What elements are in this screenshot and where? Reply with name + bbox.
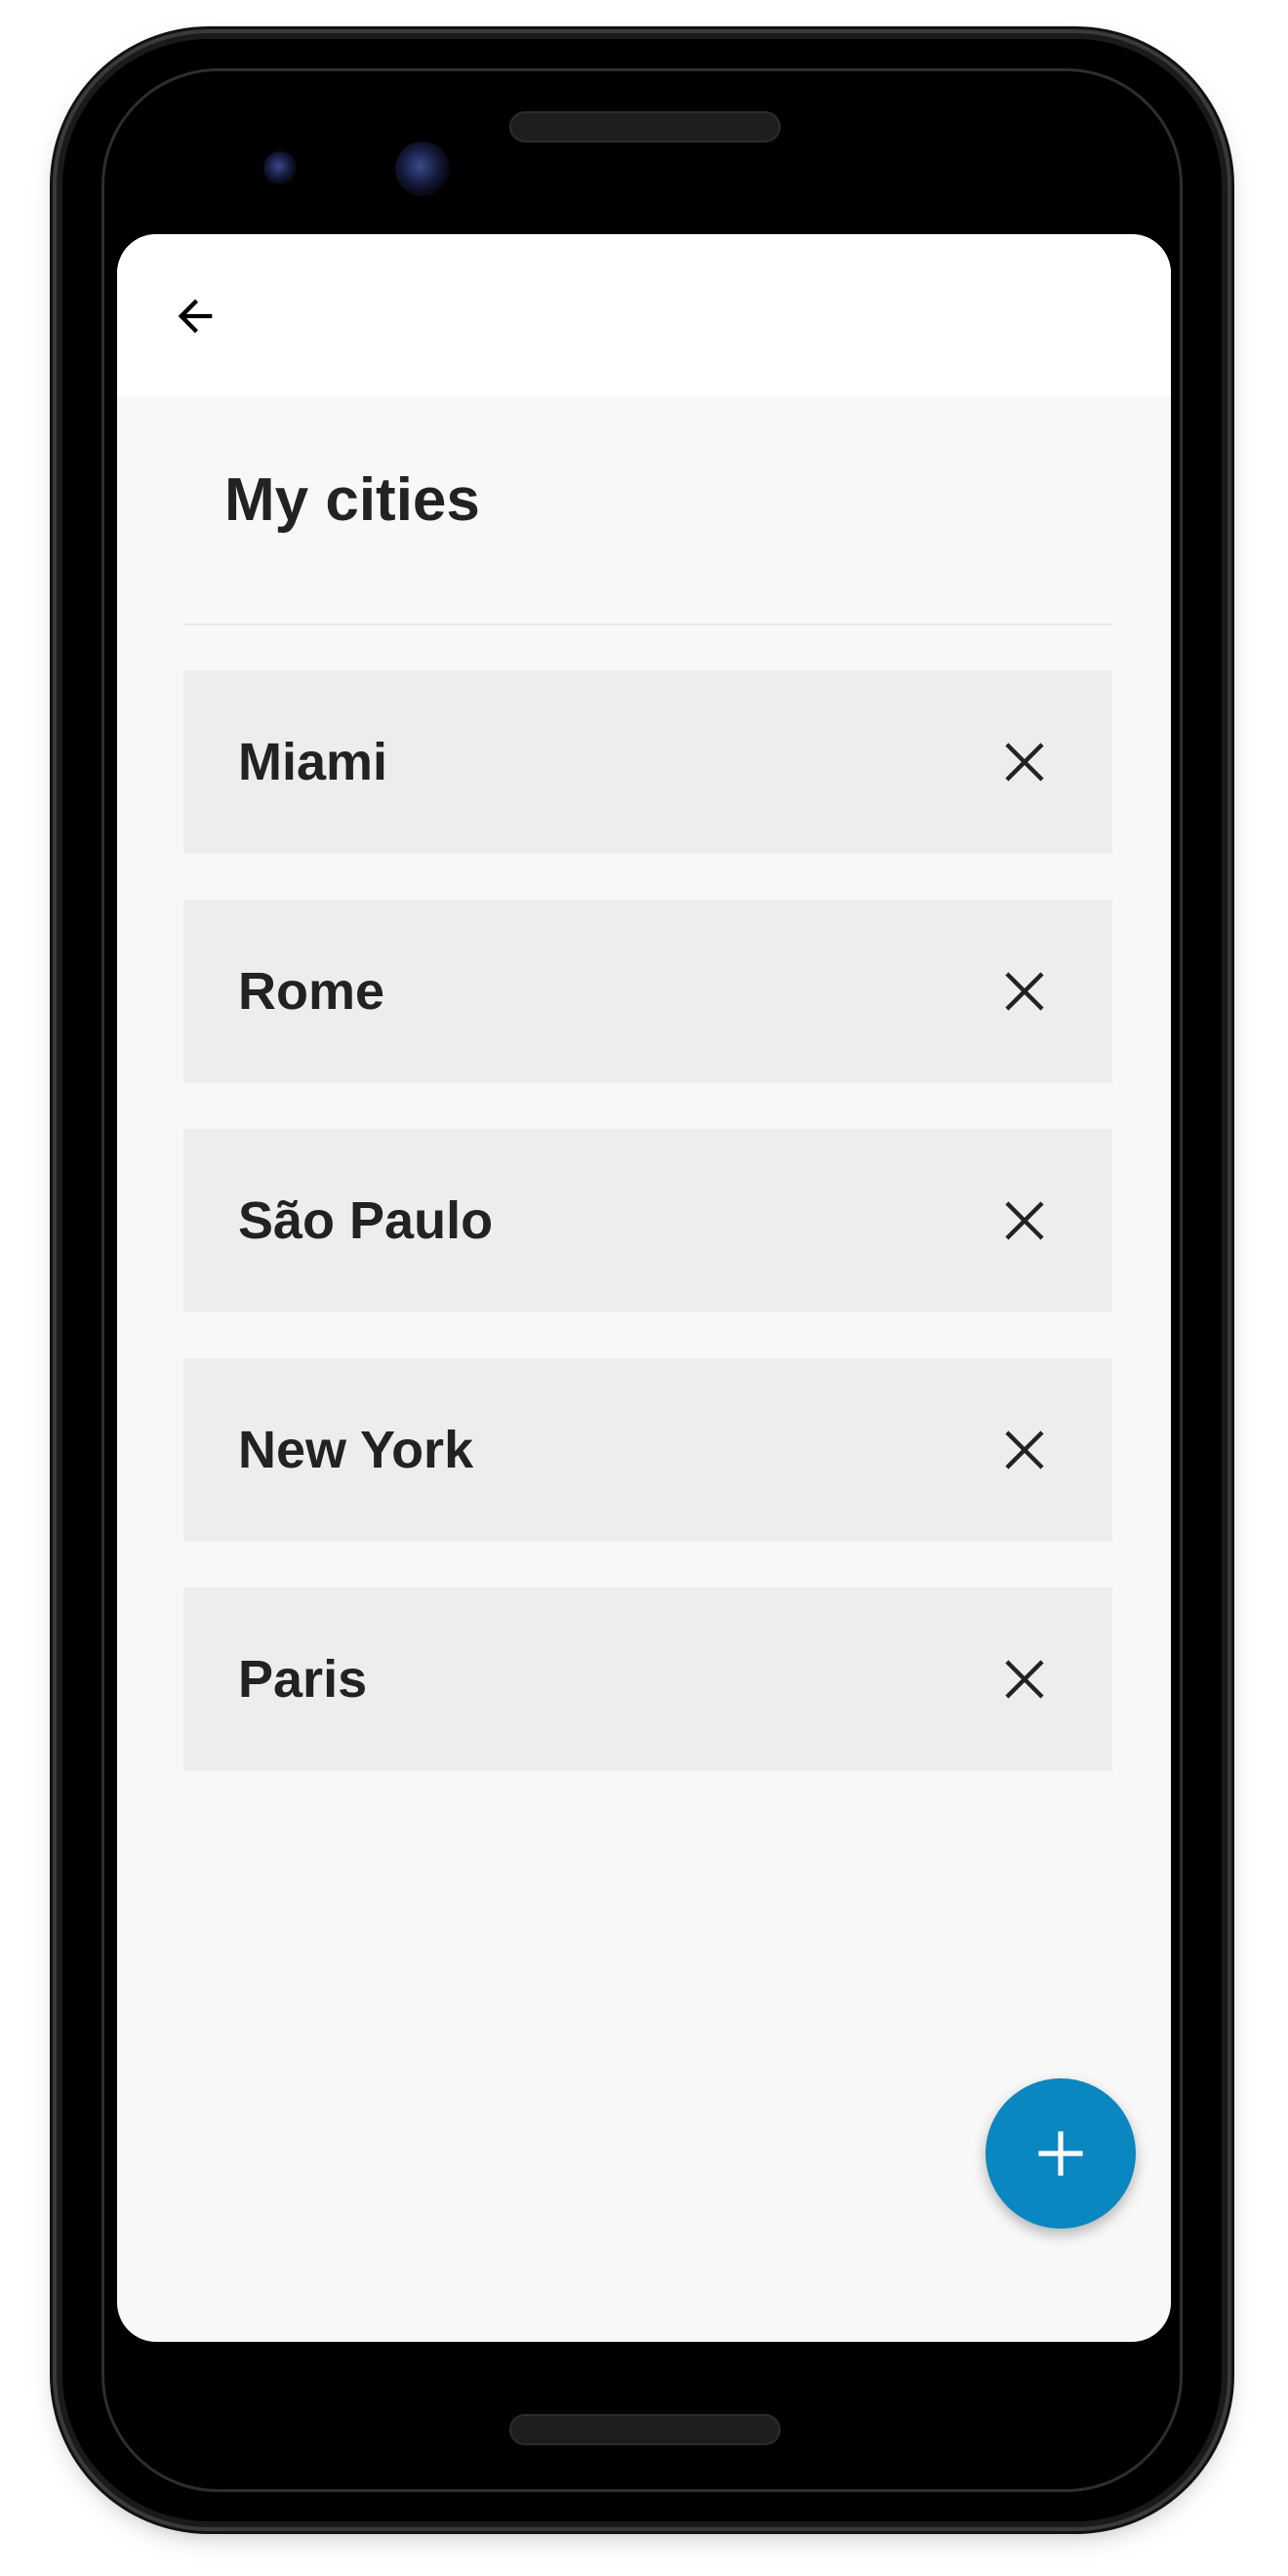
list-item[interactable]: São Paulo — [183, 1129, 1112, 1312]
front-camera — [395, 141, 450, 196]
close-icon — [1005, 743, 1044, 782]
add-city-button[interactable] — [986, 2078, 1136, 2229]
list-item[interactable]: Rome — [183, 900, 1112, 1083]
close-icon — [1005, 972, 1044, 1011]
list-item[interactable]: New York — [183, 1358, 1112, 1542]
remove-city-button[interactable] — [982, 719, 1067, 805]
remove-city-button[interactable] — [982, 1407, 1067, 1493]
app-screen: My cities Miami Rome São Paulo New York … — [117, 234, 1171, 2342]
close-icon — [1005, 1201, 1044, 1240]
app-bar — [117, 234, 1171, 396]
plus-icon — [1038, 2131, 1083, 2176]
device-mockup: My cities Miami Rome São Paulo New York … — [0, 0, 1288, 2576]
remove-city-button[interactable] — [982, 1178, 1067, 1264]
bottom-speaker — [509, 2414, 781, 2445]
remove-city-button[interactable] — [982, 1636, 1067, 1722]
top-speaker — [509, 111, 781, 142]
back-button[interactable] — [152, 273, 238, 359]
volume-button — [1220, 578, 1233, 751]
list-item[interactable]: Paris — [183, 1588, 1112, 1771]
front-sensor — [263, 151, 297, 184]
remove-city-button[interactable] — [982, 948, 1067, 1034]
list-item[interactable]: Miami — [183, 670, 1112, 854]
close-icon — [1005, 1660, 1044, 1699]
divider — [183, 624, 1112, 625]
city-list: Miami Rome São Paulo New York Paris — [183, 670, 1112, 1817]
close-icon — [1005, 1430, 1044, 1469]
power-button — [1220, 917, 1233, 1259]
arrow-left-icon — [178, 299, 213, 334]
page-title: My cities — [224, 466, 480, 534]
